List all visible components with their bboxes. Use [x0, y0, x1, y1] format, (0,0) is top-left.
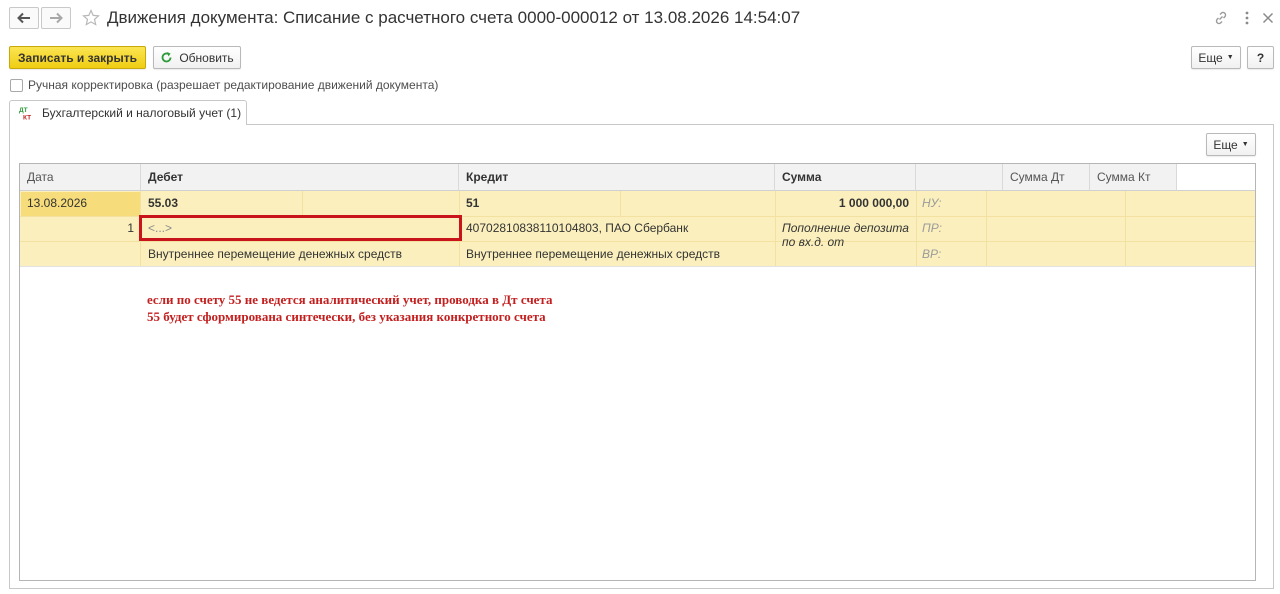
save-and-close-button[interactable]: Записать и закрыть: [9, 46, 146, 69]
content-line-2[interactable]: по вх.д. от: [782, 235, 844, 250]
debit-subconto-highlight: [139, 215, 462, 241]
chevron-down-icon: ▼: [1226, 54, 1234, 61]
save-and-close-label: Записать и закрыть: [18, 50, 137, 65]
manual-edit-checkbox[interactable]: [10, 79, 23, 92]
entry-date[interactable]: 13.08.2026: [27, 196, 87, 211]
window-title: Движения документа: Списание с расчетног…: [107, 8, 801, 27]
content-line-1[interactable]: Пополнение депозита: [782, 221, 909, 236]
column-header-amount-kt[interactable]: Сумма Кт: [1090, 164, 1177, 191]
svg-text:ДТ: ДТ: [19, 107, 28, 114]
column-header-amount-dt[interactable]: Сумма Дт: [1003, 164, 1090, 191]
column-header-debit[interactable]: Дебет: [141, 164, 459, 191]
grid-more-label: Еще: [1213, 137, 1238, 152]
svg-text:КТ: КТ: [23, 115, 31, 122]
more-label: Еще: [1198, 50, 1223, 65]
dt-kt-icon: ДТ КТ: [19, 107, 31, 122]
arrow-right-icon: [50, 12, 63, 24]
credit-purpose[interactable]: Внутреннее перемещение денежных средств: [466, 247, 720, 262]
column-header-credit[interactable]: Кредит: [459, 164, 775, 191]
credit-subconto[interactable]: 40702810838110104803, ПАО Сбербанк: [466, 221, 688, 236]
tab-label: Бухгалтерский и налоговый учет (1): [42, 106, 242, 120]
help-label: ?: [1256, 50, 1265, 65]
tax-label-vr: ВР:: [922, 247, 942, 261]
row-bottom-border: [20, 266, 1255, 267]
grid-more-button[interactable]: Еще ▼: [1206, 133, 1256, 156]
debit-account[interactable]: 55.03: [148, 196, 178, 211]
col-separator: [916, 191, 917, 266]
manual-edit-label: Ручная корректировка (разрешает редактир…: [28, 78, 439, 92]
refresh-icon: [161, 52, 172, 63]
credit-account[interactable]: 51: [466, 196, 479, 211]
refresh-button[interactable]: Обновить: [153, 46, 241, 69]
row-number: 1: [127, 221, 134, 235]
arrow-left-icon: [17, 12, 30, 24]
tab-accounting[interactable]: ДТ КТ Бухгалтерский и налоговый учет (1): [9, 100, 247, 125]
column-header-blank[interactable]: [916, 164, 1003, 191]
chevron-down-icon: ▼: [1241, 141, 1249, 148]
favorite-star-icon[interactable]: [82, 9, 100, 30]
more-button[interactable]: Еще ▼: [1191, 46, 1241, 69]
amount-value[interactable]: 1 000 000,00: [775, 196, 909, 211]
col-separator: [302, 191, 303, 216]
back-button[interactable]: [9, 7, 39, 29]
link-icon[interactable]: [1212, 9, 1230, 27]
column-header-amount[interactable]: Сумма: [775, 164, 916, 191]
row-line-separator: [20, 241, 1255, 242]
column-header-date[interactable]: Дата: [20, 164, 141, 191]
tab-underline-mask: [10, 124, 246, 126]
col-separator: [620, 191, 621, 216]
more-vertical-icon[interactable]: [1238, 9, 1256, 27]
close-icon[interactable]: [1259, 9, 1277, 27]
help-button[interactable]: ?: [1247, 46, 1274, 69]
tax-label-pr: ПР:: [922, 221, 942, 235]
refresh-label: Обновить: [179, 50, 234, 65]
debit-purpose[interactable]: Внутреннее перемещение денежных средств: [148, 247, 402, 262]
tax-label-nu: НУ:: [922, 196, 942, 210]
annotation-note: если по счету 55 не ведется аналитически…: [147, 292, 553, 324]
col-separator: [986, 191, 987, 266]
col-separator: [1125, 191, 1126, 266]
forward-button[interactable]: [41, 7, 71, 29]
header-filler: [1177, 164, 1255, 191]
